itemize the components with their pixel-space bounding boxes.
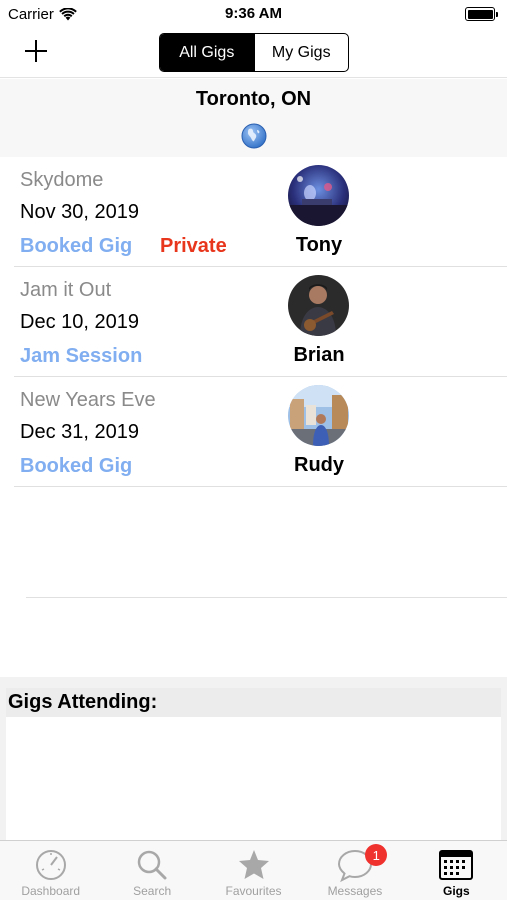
tab-messages[interactable]: Messages 1 — [304, 841, 405, 900]
status-left: Carrier — [8, 6, 77, 23]
host-avatar[interactable] — [288, 275, 349, 336]
gig-venue: Jam it Out — [20, 279, 112, 301]
gig-list: Skydome Nov 30, 2019 Booked Gig Private … — [0, 157, 507, 487]
gigs-attending-header: Gigs Attending: — [6, 688, 501, 717]
battery-icon — [465, 7, 498, 21]
gig-venue: New Years Eve — [20, 389, 156, 411]
star-icon — [238, 850, 269, 879]
gig-host-name: Tony — [295, 234, 343, 256]
tab-bar: Dashboard Search Favourites Messages 1 G… — [0, 840, 507, 900]
tab-gigs[interactable]: Gigs — [406, 841, 507, 900]
host-avatar[interactable] — [288, 385, 349, 446]
messages-badge: 1 — [365, 844, 388, 866]
tab-label: Favourites — [225, 884, 282, 898]
search-icon — [137, 850, 167, 880]
globe-icon[interactable] — [241, 123, 267, 149]
gig-date: Nov 30, 2019 — [20, 201, 139, 223]
host-avatar[interactable] — [288, 165, 349, 226]
tab-label: Messages — [327, 884, 383, 898]
tab-label: Gigs — [442, 884, 470, 898]
gig-row[interactable]: Jam it Out Dec 10, 2019 Jam Session Bria… — [14, 267, 507, 377]
segment-all-gigs[interactable]: All Gigs — [160, 34, 254, 71]
gig-private-label: Private — [160, 235, 227, 257]
status-bar: Carrier — [0, 0, 507, 28]
gig-filter-segmented-control: All Gigs My Gigs — [159, 33, 349, 72]
location-title: Toronto, ON — [195, 88, 312, 110]
gig-date: Dec 31, 2019 — [20, 421, 139, 443]
tab-favourites[interactable]: Favourites — [203, 841, 304, 900]
gig-type: Jam Session — [20, 345, 143, 367]
segment-my-gigs[interactable]: My Gigs — [253, 34, 349, 71]
gig-type: Booked Gig — [20, 455, 133, 477]
battery-fill — [467, 9, 493, 19]
gig-type: Booked Gig — [20, 235, 133, 257]
tab-dashboard[interactable]: Dashboard — [0, 841, 101, 900]
wifi-icon — [59, 7, 77, 20]
add-gig-button[interactable] — [22, 38, 50, 66]
gig-row[interactable]: New Years Eve Dec 31, 2019 Booked Gig Ru… — [14, 377, 507, 487]
gig-date: Dec 10, 2019 — [20, 311, 139, 333]
gigs-attending-section: Gigs Attending: — [0, 677, 507, 840]
gigs-attending-list — [6, 717, 501, 840]
empty-row-separator — [26, 597, 507, 598]
gig-venue: Skydome — [20, 169, 104, 191]
location-header: Toronto, ON — [0, 79, 507, 157]
plus-icon — [25, 40, 47, 62]
nav-bar: All Gigs My Gigs — [0, 28, 507, 78]
gig-host-name: Brian — [293, 344, 345, 366]
gig-host-name: Rudy — [294, 454, 344, 476]
tab-label: Dashboard — [21, 884, 81, 898]
carrier-label: Carrier — [8, 5, 54, 23]
calendar-grid-icon — [439, 850, 474, 880]
gig-row[interactable]: Skydome Nov 30, 2019 Booked Gig Private … — [14, 157, 507, 267]
dashboard-gauge-icon — [35, 850, 66, 880]
tab-label: Search — [133, 884, 172, 898]
tab-search[interactable]: Search — [101, 841, 202, 900]
